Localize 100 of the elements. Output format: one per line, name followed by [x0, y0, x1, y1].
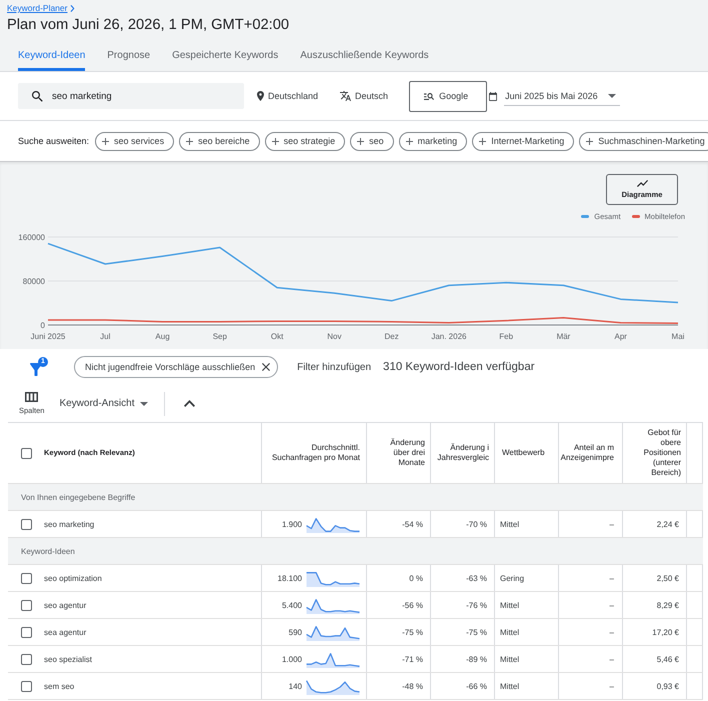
columns-icon	[25, 392, 38, 402]
search-volume: 590	[288, 628, 302, 636]
language-button[interactable]: Deutsch	[340, 91, 388, 101]
table-cell: -71 %	[367, 646, 431, 672]
list-search-icon	[424, 92, 434, 100]
column-header: Änderung i Jahresvergleic	[436, 443, 489, 463]
add-filter-button[interactable]: Filter hinzufügen	[297, 362, 372, 372]
breadcrumb-link[interactable]: Keyword-Planer	[7, 3, 68, 13]
chevron-up-icon[interactable]	[184, 400, 196, 407]
table-cell: 0 %	[367, 565, 431, 591]
close-icon[interactable]	[262, 363, 270, 371]
keyword-text: seo agentur	[44, 600, 86, 610]
table-cell: 2,24 €	[623, 511, 687, 537]
view-dropdown[interactable]: Keyword-Ansicht	[59, 398, 148, 409]
keyword-text: seo spezialist	[44, 654, 92, 664]
table-cell: -66 %	[431, 673, 495, 699]
axis-label: 160000	[18, 233, 45, 242]
table-cell: Mittel	[495, 592, 559, 618]
table-cell: -48 %	[367, 673, 431, 699]
axis-label: 0	[40, 321, 45, 330]
sparkline	[306, 650, 360, 668]
tab[interactable]: Keyword-Ideen	[18, 47, 86, 71]
table-cell: Gering	[495, 565, 559, 591]
table-cell: -89 %	[431, 646, 495, 672]
table-cell: 8,29 €	[623, 592, 687, 618]
keyword-suggestion-chip[interactable]: Suchmaschinen-Marketing	[579, 132, 708, 150]
keyword-suggestion-chip[interactable]: Internet-Marketing	[472, 132, 574, 150]
page-title: Plan vom Juni 26, 2026, 1 PM, GMT+02:00	[7, 16, 290, 35]
search-volume: 1.900	[282, 520, 302, 528]
axis-label: Jan. 2026	[431, 332, 466, 341]
date-range-dropdown[interactable]: Juni 2025 bis Mai 2026	[504, 86, 620, 106]
tab[interactable]: Auszuschließende Keywords	[300, 47, 429, 71]
axis-label: Okt	[270, 332, 284, 341]
checkbox[interactable]	[21, 448, 32, 458]
plus-icon	[586, 138, 594, 144]
checkbox[interactable]	[21, 572, 32, 584]
axis-label: Mär	[556, 332, 570, 341]
keyword-text: seo marketing	[44, 520, 94, 528]
axis-label: Aug	[155, 332, 170, 341]
axis-label: Nov	[327, 332, 342, 341]
keyword-suggestion-chip[interactable]: seo	[350, 132, 394, 150]
location-button[interactable]: Deutschland	[257, 91, 318, 101]
column-header: Durchschnittl. Suchanfragen pro Monat	[270, 443, 360, 463]
table-cell: -54 %	[367, 511, 431, 537]
tab[interactable]: Gespeicherte Keywords	[172, 47, 278, 71]
table-cell: –	[559, 511, 623, 537]
plus-icon	[102, 138, 110, 144]
table-cell: Mittel	[495, 673, 559, 699]
search-volume: 1.000	[282, 654, 302, 664]
search-volume: 18.100	[278, 574, 302, 582]
table-cell: Mittel	[495, 619, 559, 645]
tab[interactable]: Prognose	[107, 47, 150, 71]
checkbox[interactable]	[21, 518, 32, 530]
axis-label: 80000	[22, 277, 45, 286]
axis-label: Sep	[212, 332, 227, 341]
axis-label: Feb	[499, 332, 514, 341]
table-cell: Mittel	[495, 511, 559, 537]
network-button[interactable]: Google	[409, 80, 488, 112]
keyword-suggestion-chip[interactable]: seo bereiche	[179, 132, 260, 150]
table-cell: 17,20 €	[623, 619, 687, 645]
sparkline	[306, 570, 360, 586]
calendar-icon	[489, 92, 498, 100]
table-cell: 0,93 €	[623, 673, 687, 699]
axis-label: Dez	[384, 332, 399, 341]
caret-down-icon	[140, 402, 148, 406]
keyword-suggestion-chip[interactable]: seo services	[95, 132, 174, 150]
translate-icon	[340, 91, 352, 101]
plus-icon	[186, 138, 194, 144]
table-cell: 2,50 €	[623, 565, 687, 591]
search-field[interactable]: seo marketing	[18, 83, 244, 109]
table-cell: -75 %	[367, 619, 431, 645]
broaden-search-label: Suche ausweiten:	[18, 136, 90, 146]
axis-label: Juni 2025	[30, 332, 66, 341]
keyword-suggestion-chip[interactable]: marketing	[398, 132, 468, 150]
table-cell: -63 %	[431, 565, 495, 591]
table-cell: –	[559, 673, 623, 699]
keyword-text: seo optimization	[44, 574, 102, 582]
table-cell: -76 %	[431, 592, 495, 618]
result-count: 310 Keyword-Ideen verfügbar	[383, 361, 535, 373]
checkbox[interactable]	[21, 654, 32, 664]
search-icon	[32, 90, 43, 102]
chevron-right-icon	[70, 4, 76, 12]
keyword-suggestion-chip[interactable]: seo strategie	[264, 132, 346, 150]
location-pin-icon	[257, 91, 264, 101]
table-cell: –	[559, 592, 623, 618]
trend-line-icon	[636, 180, 648, 187]
column-header: Änderung über drei Monate	[389, 438, 425, 468]
checkbox[interactable]	[21, 600, 32, 610]
table-cell: –	[559, 619, 623, 645]
filter-chip[interactable]: Nicht jugendfreie Vorschläge ausschließen	[74, 356, 278, 378]
column-header: Anteil an m Anzeigenimpre	[560, 443, 614, 463]
sparkline	[306, 678, 360, 694]
checkbox[interactable]	[21, 680, 32, 692]
axis-label: Apr	[614, 332, 627, 341]
checkbox[interactable]	[21, 626, 32, 638]
sparkline	[306, 624, 360, 640]
plus-icon	[357, 138, 364, 144]
plus-icon	[406, 138, 413, 144]
table-cell: -70 %	[431, 511, 495, 537]
search-volume: 5.400	[282, 600, 302, 610]
